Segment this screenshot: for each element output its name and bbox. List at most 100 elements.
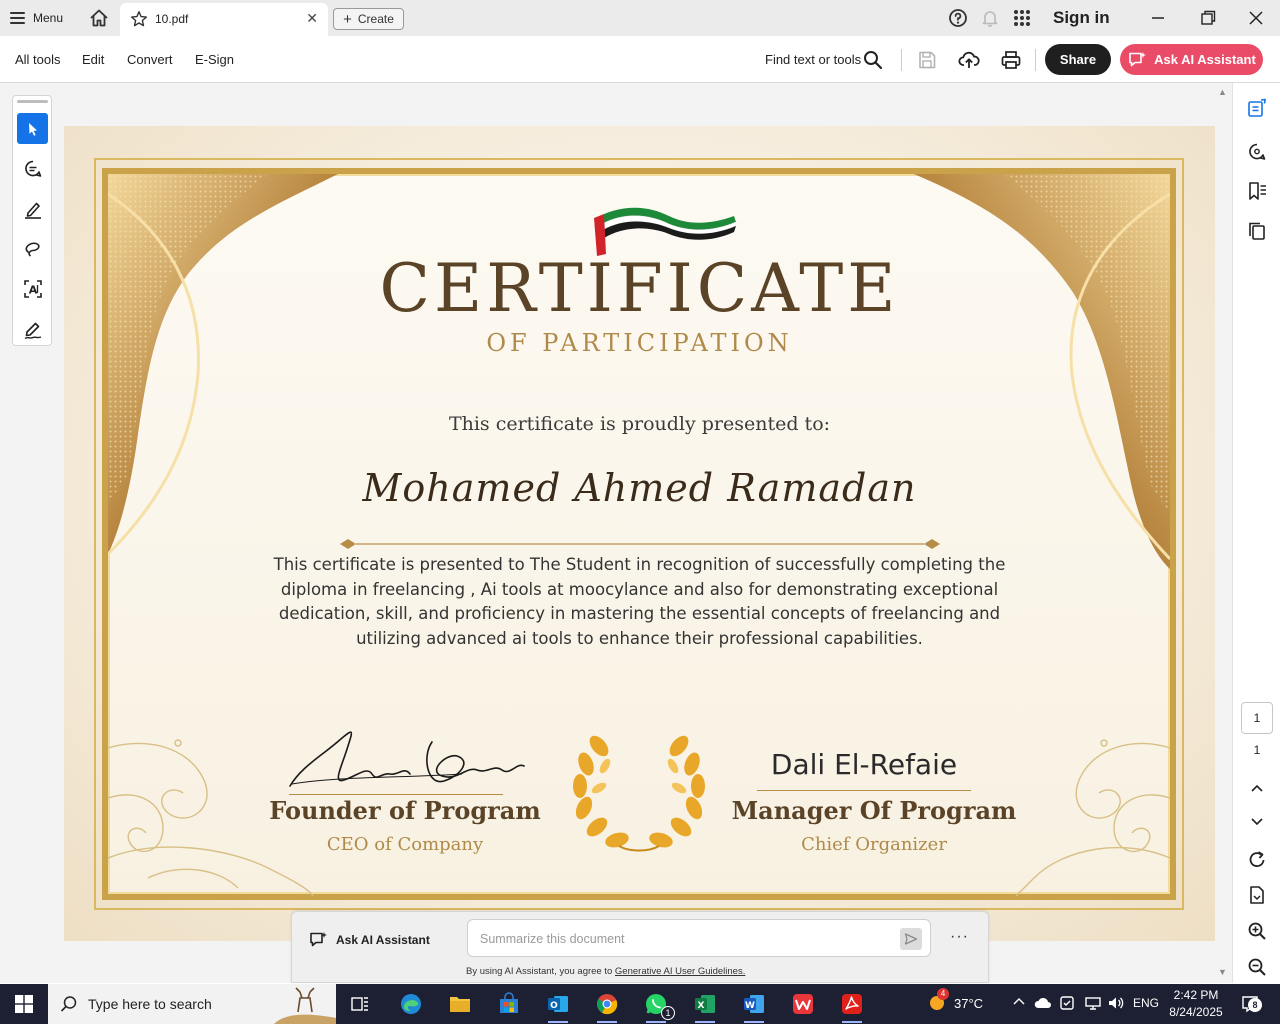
acrobat-icon[interactable] (832, 988, 872, 1023)
pages-thumbnail-icon[interactable] (1246, 220, 1268, 242)
chrome-icon[interactable] (587, 988, 627, 1023)
onedrive-icon[interactable] (1034, 994, 1052, 1012)
title-bar: Menu 10.pdf ✕ + Create Sign in (0, 0, 1280, 36)
more-options-icon[interactable]: ··· (950, 928, 969, 946)
select-cursor-icon[interactable] (17, 113, 48, 144)
restore-icon[interactable] (1196, 6, 1220, 30)
signature-line-right (757, 790, 971, 791)
scroll-up-icon[interactable]: ▲ (1218, 87, 1227, 97)
weather-widget[interactable]: 4 37°C (926, 988, 984, 1014)
excel-icon[interactable]: X (685, 988, 725, 1023)
create-button[interactable]: + Create (333, 8, 404, 30)
signature-line-left (289, 794, 503, 795)
bell-icon[interactable] (978, 6, 1002, 30)
minimize-icon[interactable] (1146, 6, 1170, 30)
next-page-icon[interactable] (1246, 810, 1268, 832)
document-workspace: A CERTIFICATE OF PARTICIPATION This cert… (0, 83, 1232, 983)
wps-office-icon[interactable] (783, 988, 823, 1020)
vertical-scrollbar[interactable]: ▲ ▼ (1215, 83, 1232, 983)
ai-guidelines-link[interactable]: Generative AI User Guidelines. (615, 966, 745, 977)
network-icon[interactable] (1084, 994, 1102, 1012)
star-icon[interactable] (130, 10, 148, 28)
tab-close-icon[interactable]: ✕ (306, 10, 318, 27)
edge-browser-icon[interactable] (391, 988, 431, 1020)
current-page-input[interactable]: 1 (1241, 702, 1273, 734)
previous-page-icon[interactable] (1246, 777, 1268, 799)
windows-taskbar: Type here to search O 1 X W 4 37°C ENG 2… (0, 984, 1280, 1024)
document-tab[interactable]: 10.pdf ✕ (120, 3, 328, 36)
panel-grip[interactable] (17, 100, 48, 103)
save-icon[interactable] (916, 49, 938, 71)
presented-to-text: This certificate is proudly presented to… (448, 413, 831, 435)
clock-date: 8/24/2025 (1169, 1005, 1223, 1019)
taskbar-search[interactable]: Type here to search (48, 984, 336, 1024)
volume-icon[interactable] (1107, 994, 1125, 1012)
ai-prompt-input[interactable] (480, 929, 880, 949)
menu-button[interactable]: Menu (10, 8, 63, 28)
certificate-subtitle: OF PARTICIPATION (486, 329, 793, 357)
send-icon[interactable] (900, 928, 922, 950)
taskbar-search-text: Type here to search (88, 996, 212, 1012)
notification-center-icon[interactable]: 8 (1236, 992, 1264, 1016)
notification-count: 8 (1248, 998, 1262, 1012)
temperature: 37°C (954, 995, 984, 1011)
find-text-label[interactable]: Find text or tools (765, 52, 861, 67)
ornamental-divider (340, 539, 940, 549)
pdf-page: CERTIFICATE OF PARTICIPATION This certif… (64, 126, 1215, 941)
comment-icon[interactable] (17, 153, 48, 184)
help-icon[interactable] (946, 6, 970, 30)
ask-ai-assistant-button[interactable]: Ask AI Assistant (1120, 44, 1263, 75)
toolbar-divider (1035, 49, 1036, 71)
laurel-wreath-emblem (573, 735, 705, 852)
zoom-out-icon[interactable] (1246, 956, 1268, 978)
lasso-draw-icon[interactable] (17, 233, 48, 264)
show-hidden-icons[interactable] (1011, 994, 1027, 1010)
microsoft-store-icon[interactable] (489, 988, 529, 1020)
task-view-icon[interactable] (340, 988, 380, 1020)
bookmarks-icon[interactable] (1246, 180, 1268, 202)
upload-cloud-icon[interactable] (958, 49, 980, 71)
clock-time: 2:42 PM (1173, 988, 1219, 1002)
svg-text:A: A (28, 283, 37, 296)
text-recognition-icon[interactable]: A (17, 273, 48, 304)
ai-assistant-icon (1129, 51, 1147, 66)
ai-prompt-field[interactable] (467, 919, 931, 957)
highlight-pen-icon[interactable] (17, 193, 48, 224)
deer-search-highlight-icon (274, 987, 336, 1024)
windows-start-icon[interactable] (0, 984, 48, 1024)
scroll-down-icon[interactable]: ▼ (1218, 967, 1227, 977)
language-indicator[interactable]: ENG (1133, 996, 1159, 1010)
outlook-icon[interactable]: O (538, 988, 578, 1023)
comments-panel-icon[interactable] (1246, 141, 1268, 163)
page-fit-icon[interactable] (1246, 884, 1268, 906)
edit-pdf-icon[interactable] (1246, 97, 1268, 119)
file-explorer-icon[interactable] (440, 988, 480, 1020)
sun-icon: 4 (926, 988, 949, 1014)
ai-disclaimer-text: By using AI Assistant, you agree to (466, 966, 615, 977)
whatsapp-icon[interactable]: 1 (636, 988, 676, 1023)
sign-in-link[interactable]: Sign in (1053, 8, 1110, 28)
share-button[interactable]: Share (1045, 44, 1111, 75)
print-icon[interactable] (1000, 49, 1022, 71)
ai-assistant-label-group[interactable]: Ask AI Assistant (308, 931, 430, 949)
zoom-in-icon[interactable] (1246, 920, 1268, 942)
menu-edit[interactable]: Edit (82, 52, 104, 67)
sign-icon[interactable] (17, 313, 48, 344)
search-icon[interactable] (862, 49, 884, 71)
rotate-icon[interactable] (1246, 849, 1268, 871)
main-toolbar: All tools Edit Convert E-Sign Find text … (0, 36, 1280, 83)
menu-e-sign[interactable]: E-Sign (195, 52, 234, 67)
search-icon (60, 996, 77, 1012)
tab-filename: 10.pdf (155, 12, 189, 26)
system-clock[interactable]: 2:42 PM 8/24/2025 (1166, 987, 1226, 1021)
home-icon[interactable] (88, 7, 110, 29)
vpn-shield-icon[interactable] (1058, 994, 1076, 1012)
quick-tools-panel: A (12, 95, 52, 346)
menu-label: Menu (33, 11, 64, 25)
ai-assistant-icon (310, 932, 327, 947)
word-icon[interactable]: W (734, 988, 774, 1023)
menu-all-tools[interactable]: All tools (15, 52, 61, 67)
close-window-icon[interactable] (1244, 6, 1268, 30)
apps-grid-icon[interactable] (1010, 6, 1034, 30)
menu-convert[interactable]: Convert (127, 52, 173, 67)
